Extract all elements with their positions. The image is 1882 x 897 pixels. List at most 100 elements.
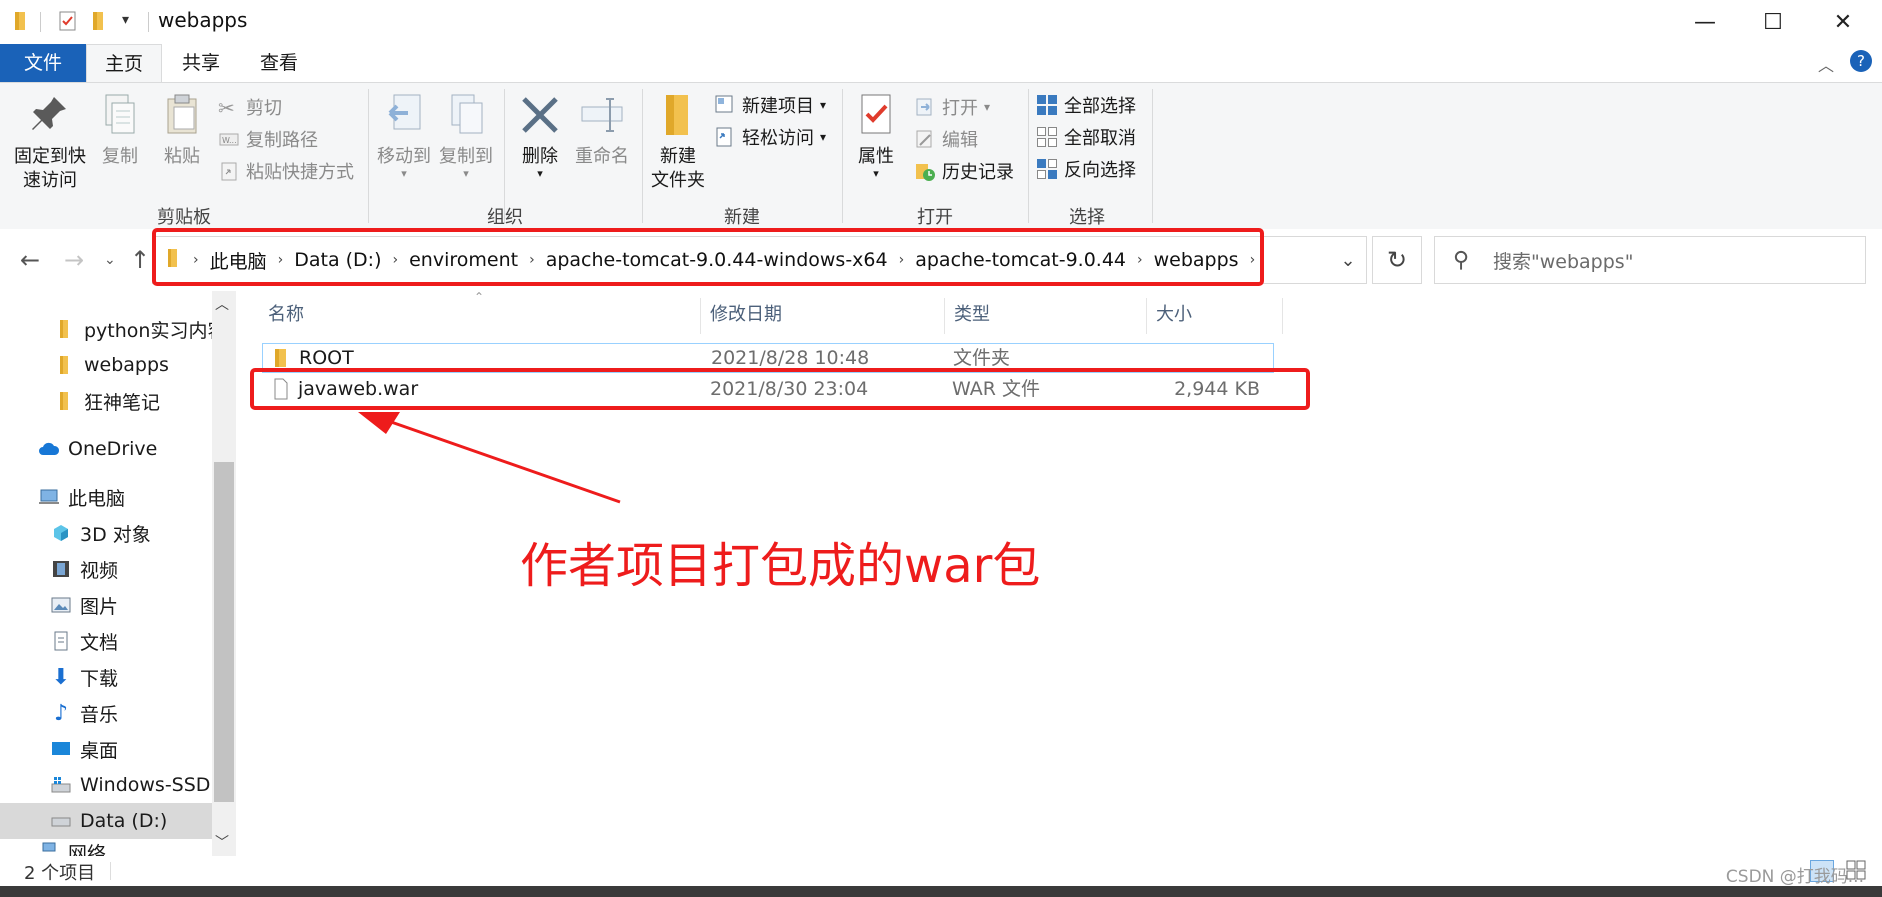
refresh-button[interactable]: ↻ bbox=[1372, 236, 1422, 284]
tab-share[interactable]: 共享 bbox=[166, 44, 236, 82]
properties-label: 属性 bbox=[858, 146, 894, 167]
delete-label: 删除 bbox=[522, 146, 558, 167]
easy-access-dropdown-icon: ▾ bbox=[820, 130, 827, 144]
folder-icon bbox=[54, 318, 76, 340]
address-history-dropdown-icon[interactable]: ⌄ bbox=[1330, 237, 1366, 283]
column-header-date[interactable]: 修改日期 bbox=[700, 293, 940, 337]
new-folder-quick-icon[interactable] bbox=[92, 10, 110, 32]
new-item-icon bbox=[714, 94, 736, 116]
new-folder-label-2: 文件夹 bbox=[651, 170, 705, 191]
film-icon bbox=[50, 558, 72, 580]
new-item-button[interactable]: 新建项目 ▾ bbox=[714, 91, 826, 119]
minimize-button[interactable]: — bbox=[1670, 0, 1740, 44]
nav-item-3d-objects[interactable]: 3D 对象 bbox=[0, 515, 212, 551]
computer-icon bbox=[38, 486, 60, 508]
nav-item-documents[interactable]: 文档 bbox=[0, 623, 212, 659]
group-label-open: 打开 bbox=[917, 207, 953, 228]
nav-item-onedrive[interactable]: OneDrive bbox=[0, 431, 212, 467]
nav-item-label: 此电脑 bbox=[68, 487, 126, 510]
column-header-size[interactable]: 大小 bbox=[1146, 293, 1286, 337]
nav-item-pictures[interactable]: 图片 bbox=[0, 587, 212, 623]
nav-item-label: 文档 bbox=[80, 631, 119, 654]
nav-item-downloads[interactable]: ⬇ 下载 bbox=[0, 659, 212, 695]
copy-path-button[interactable]: W... 复制路径 bbox=[218, 125, 318, 153]
delete-x-icon bbox=[518, 91, 562, 139]
window-title: webapps bbox=[158, 8, 248, 32]
watermark: CSDN @打我码... bbox=[1725, 867, 1864, 887]
nav-item-notes[interactable]: 狂神笔记 bbox=[0, 383, 212, 419]
title-bar: ▾ webapps — ☐ ✕ bbox=[0, 0, 1882, 44]
column-header-name[interactable]: 名称 bbox=[258, 293, 698, 337]
easy-access-button[interactable]: 轻松访问 ▾ bbox=[714, 123, 826, 151]
history-button[interactable]: 历史记录 bbox=[914, 157, 1014, 185]
select-all-button[interactable]: 全部选择 bbox=[1036, 91, 1136, 119]
collapse-ribbon-icon[interactable]: ︿ bbox=[1818, 52, 1834, 76]
cut-button[interactable]: ✂ 剪切 bbox=[218, 93, 282, 121]
nav-item-desktop[interactable]: 桌面 bbox=[0, 731, 212, 767]
pin-quick-access-button[interactable]: 固定到快 速访问 bbox=[10, 91, 90, 193]
tab-home[interactable]: 主页 bbox=[86, 44, 162, 83]
edit-button[interactable]: 编辑 bbox=[914, 125, 978, 153]
nav-item-webapps[interactable]: webapps bbox=[0, 347, 212, 383]
rename-button[interactable]: 重命名 bbox=[572, 91, 632, 169]
maximize-button[interactable]: ☐ bbox=[1738, 0, 1808, 44]
tab-file[interactable]: 文件 bbox=[0, 44, 86, 82]
invert-selection-button[interactable]: 反向选择 bbox=[1036, 155, 1136, 183]
properties-check-icon[interactable] bbox=[58, 10, 76, 32]
scroll-up-icon[interactable]: ︿ bbox=[215, 294, 229, 314]
copy-icon bbox=[98, 91, 142, 139]
open-button[interactable]: 打开 ▾ bbox=[914, 93, 990, 121]
help-icon[interactable]: ? bbox=[1850, 50, 1872, 72]
nav-item-label: Windows-SSD ( bbox=[80, 774, 212, 796]
nav-item-network[interactable]: 网络 bbox=[0, 839, 212, 856]
back-arrow-icon[interactable]: ← bbox=[20, 246, 40, 274]
new-item-label: 新建项目 bbox=[742, 96, 814, 117]
nav-item-python[interactable]: python实习内容 bbox=[0, 311, 212, 347]
delete-button[interactable]: 删除 ▾ bbox=[512, 91, 568, 179]
nav-item-data-drive[interactable]: Data (D:) bbox=[0, 803, 212, 839]
copy-label: 复制 bbox=[102, 146, 138, 167]
select-none-button[interactable]: 全部取消 bbox=[1036, 123, 1136, 151]
open-icon bbox=[914, 96, 936, 118]
edit-label: 编辑 bbox=[942, 130, 978, 151]
status-bar: 2 个项目 bbox=[0, 856, 1882, 886]
close-button[interactable]: ✕ bbox=[1808, 0, 1878, 44]
copy-button[interactable]: 复制 bbox=[94, 91, 146, 169]
paste-shortcut-icon bbox=[218, 160, 240, 182]
copy-to-button[interactable]: 复制到 ▾ bbox=[436, 91, 496, 179]
column-header-type[interactable]: 类型 bbox=[944, 293, 1144, 337]
nav-item-label: 狂神笔记 bbox=[84, 391, 161, 414]
move-to-icon bbox=[382, 91, 426, 139]
nav-item-videos[interactable]: 视频 bbox=[0, 551, 212, 587]
paste-button[interactable]: 粘贴 bbox=[156, 91, 208, 169]
minimize-icon: — bbox=[1694, 9, 1716, 35]
scissors-icon: ✂ bbox=[218, 96, 235, 120]
search-input[interactable]: ⚲ 搜索"webapps" bbox=[1434, 236, 1866, 284]
tab-view[interactable]: 查看 bbox=[244, 44, 314, 82]
new-folder-button[interactable]: 新建 文件夹 bbox=[648, 91, 708, 193]
properties-icon bbox=[854, 91, 898, 139]
nav-item-music[interactable]: ♪ 音乐 bbox=[0, 695, 212, 731]
move-to-button[interactable]: 移动到 ▾ bbox=[374, 91, 434, 179]
rename-icon bbox=[580, 91, 624, 139]
cut-label: 剪切 bbox=[246, 98, 282, 119]
copy-to-icon bbox=[444, 91, 488, 139]
quick-access-dropdown-icon[interactable]: ▾ bbox=[122, 12, 129, 28]
item-count: 2 个项目 bbox=[24, 863, 96, 884]
pin-label-2: 速访问 bbox=[23, 170, 77, 191]
properties-dropdown-icon: ▾ bbox=[873, 167, 879, 180]
recent-locations-chevron-icon[interactable]: ⌄ bbox=[104, 252, 116, 268]
paste-shortcut-button[interactable]: 粘贴快捷方式 bbox=[218, 157, 354, 185]
scroll-down-icon[interactable]: ﹀ bbox=[215, 832, 229, 852]
svg-text:W...: W... bbox=[222, 136, 237, 145]
divider bbox=[148, 12, 149, 32]
annotation-arrow bbox=[358, 412, 621, 504]
nav-item-windows-ssd[interactable]: Windows-SSD ( bbox=[0, 767, 212, 803]
annotation-text: 作者项目打包成的war包 bbox=[520, 538, 1041, 594]
forward-arrow-icon[interactable]: → bbox=[64, 246, 84, 274]
nav-scrollbar-thumb[interactable] bbox=[214, 462, 234, 802]
nav-item-label: OneDrive bbox=[68, 438, 158, 460]
up-arrow-icon[interactable]: ↑ bbox=[130, 246, 150, 274]
properties-button[interactable]: 属性 ▾ bbox=[848, 91, 904, 179]
nav-item-this-pc[interactable]: 此电脑 bbox=[0, 479, 212, 515]
